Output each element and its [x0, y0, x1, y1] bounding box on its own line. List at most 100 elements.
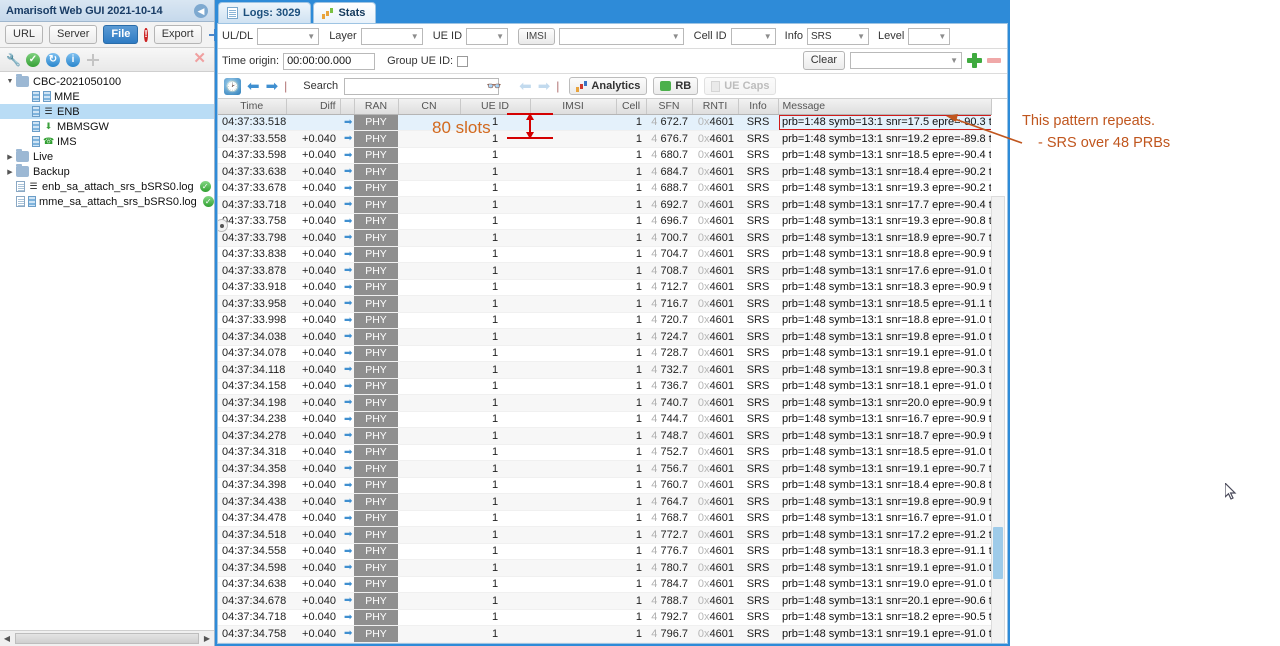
table-row[interactable]: 04:37:34.278 +0.040 ➡ PHY 1 1 4 748.7 0x4601 SRS… [218, 427, 991, 445]
table-row[interactable]: 04:37:34.318 +0.040 ➡ PHY 1 1 4 752.7 0x4601 SRS… [218, 444, 991, 461]
imsi-button[interactable]: IMSI [518, 27, 555, 45]
clock-icon[interactable]: 🕑 [224, 77, 241, 95]
remove-preset-icon[interactable] [987, 58, 1001, 63]
table-row[interactable]: 04:37:34.518 +0.040 ➡ PHY 1 1 4 772.7 0x4601 SRS… [218, 526, 991, 544]
refresh-icon[interactable]: ↻ [46, 52, 60, 67]
tree-item-enb-log[interactable]: ☰ enb_sa_attach_srs_bSRS0.log ✓ [0, 179, 214, 194]
chevron-left-icon[interactable]: ◀ [194, 4, 208, 18]
table-row[interactable]: 04:37:33.598 +0.040 ➡ PHY 1 1 4 680.7 0x4601 SRS… [218, 147, 991, 164]
plus-icon[interactable] [208, 28, 227, 42]
table-row[interactable]: 04:37:34.198 +0.040 ➡ PHY 1 1 4 740.7 0x4601 SRS… [218, 394, 991, 412]
tree-item-cbc[interactable]: ▼ CBC-2021050100 [0, 74, 214, 89]
table-row[interactable]: 04:37:33.558 +0.040 ➡ PHY 1 1 4 676.7 0x4601 SRS… [218, 130, 991, 148]
time-origin-input[interactable]: 00:00:00.000 [283, 52, 376, 70]
layer-select[interactable]: ▼ [360, 27, 423, 45]
tree-item-mme[interactable]: MME [0, 89, 214, 104]
chevron-right-icon[interactable]: ▶ [4, 153, 16, 161]
prev-match-icon[interactable]: ⬅ [519, 79, 532, 94]
col-cell[interactable]: Cell [616, 99, 647, 115]
close-icon[interactable]: ✕ [193, 51, 206, 66]
info-select[interactable]: SRS ▼ [807, 27, 869, 45]
table-row[interactable]: 04:37:34.478 +0.040 ➡ PHY 1 1 4 768.7 0x4601 SRS… [218, 510, 991, 527]
table-row[interactable]: 04:37:34.078 +0.040 ➡ PHY 1 1 4 728.7 0x4601 SRS… [218, 345, 991, 362]
file-button[interactable]: File [103, 25, 139, 44]
export-button[interactable]: Export [153, 25, 202, 44]
binoculars-icon[interactable]: 👓 [485, 78, 503, 94]
check-icon[interactable]: ✓ [26, 52, 40, 67]
table-row[interactable]: 04:37:34.598 +0.040 ➡ PHY 1 1 4 780.7 0x4601 SRS… [218, 559, 991, 577]
exclamation-icon[interactable]: ! [144, 27, 148, 42]
col-time[interactable]: Time [218, 99, 287, 115]
tree-item-enb[interactable]: ☰ ENB [0, 104, 214, 119]
cellid-select[interactable]: ▼ [730, 27, 776, 45]
table-row[interactable]: 04:37:34.118 +0.040 ➡ PHY 1 1 4 732.7 0x4601 SRS… [218, 361, 991, 379]
col-cn[interactable]: CN [398, 99, 461, 115]
scroll-right-arrow-icon[interactable]: ▶ [200, 631, 214, 646]
tree-item-ims[interactable]: ☎ IMS [0, 134, 214, 149]
col-info[interactable]: Info [738, 99, 779, 115]
tree-item-mme-log[interactable]: mme_sa_attach_srs_bSRS0.log ✓ [0, 194, 214, 209]
table-row[interactable]: 04:37:33.758 +0.040 ➡ PHY 1 1 4 696.7 0x4601 SRS… [218, 213, 991, 230]
arrow-left-icon[interactable]: ⬅ [247, 79, 260, 94]
col-rnti[interactable]: RNTI [692, 99, 739, 115]
imsi-select[interactable]: ▼ [558, 27, 684, 45]
cell-ran: PHY [354, 246, 398, 263]
table-row[interactable]: 04:37:34.238 +0.040 ➡ PHY 1 1 4 744.7 0x4601 SRS… [218, 411, 991, 428]
table-row[interactable]: 04:37:34.718 +0.040 ➡ PHY 1 1 4 792.7 0x4601 SRS… [218, 609, 991, 626]
table-row[interactable]: 04:37:34.678 +0.040 ➡ PHY 1 1 4 788.7 0x4601 SRS… [218, 592, 991, 610]
table-row[interactable]: 04:37:34.558 +0.040 ➡ PHY 1 1 4 776.7 0x4601 SRS… [218, 543, 991, 560]
table-vertical-scrollbar[interactable] [991, 196, 1005, 643]
chevron-down-icon[interactable]: ▼ [4, 78, 16, 85]
clear-button[interactable]: Clear [802, 51, 845, 70]
rb-button[interactable]: RB [653, 77, 699, 95]
arrow-right-icon[interactable]: ➡ [266, 79, 279, 94]
cell-ran: PHY [354, 477, 398, 494]
tree-item-backup[interactable]: ▶ Backup [0, 164, 214, 179]
left-panel-horizontal-scrollbar[interactable]: ◀ ▶ [0, 630, 214, 646]
table-row[interactable]: 04:37:33.718 +0.040 ➡ PHY 1 1 4 692.7 0x4601 SRS… [218, 196, 991, 214]
url-button[interactable]: URL [5, 25, 44, 44]
col-ran[interactable]: RAN [354, 99, 399, 115]
table-row[interactable]: 04:37:33.518 ➡ PHY 1 1 4 672.7 0x4601 SRS prb=1:… [218, 114, 991, 131]
log-table-container[interactable]: Time Diff RAN CN UE ID IMSI Cell SFN RNT… [218, 99, 1007, 643]
table-row[interactable]: 04:37:33.878 +0.040 ➡ PHY 1 1 4 708.7 0x4601 SRS… [218, 262, 991, 280]
table-row[interactable]: 04:37:33.918 +0.040 ➡ PHY 1 1 4 712.7 0x4601 SRS… [218, 279, 991, 296]
cell-message: prb=1:48 symb=13:1 snr=16.7 epre=-90.9 t… [778, 411, 991, 428]
chevron-right-icon[interactable]: ▶ [4, 168, 16, 176]
info-icon[interactable]: i [66, 52, 80, 67]
table-row[interactable]: 04:37:34.758 +0.040 ➡ PHY 1 1 4 796.7 0x4601 SRS… [218, 625, 991, 643]
tab-stats[interactable]: Stats [313, 2, 377, 23]
ueid-select[interactable]: ▼ [466, 27, 509, 45]
scrollbar-thumb[interactable] [15, 633, 199, 644]
table-row[interactable]: 04:37:33.798 +0.040 ➡ PHY 1 1 4 700.7 0x4601 SRS… [218, 229, 991, 247]
add-preset-icon[interactable] [967, 53, 982, 68]
table-row[interactable]: 04:37:33.638 +0.040 ➡ PHY 1 1 4 684.7 0x4601 SRS… [218, 163, 991, 181]
scrollbar-thumb[interactable] [993, 527, 1003, 579]
tree-item-mbmsgw[interactable]: ⬇ MBMSGW [0, 119, 214, 134]
group-ueid-checkbox[interactable] [457, 55, 469, 67]
table-row[interactable]: 04:37:33.958 +0.040 ➡ PHY 1 1 4 716.7 0x4601 SRS… [218, 295, 991, 313]
col-sfn[interactable]: SFN [646, 99, 693, 115]
analytics-button[interactable]: Analytics [569, 77, 648, 95]
table-row[interactable]: 04:37:33.678 +0.040 ➡ PHY 1 1 4 688.7 0x4601 SRS… [218, 180, 991, 197]
table-row[interactable]: 04:37:34.398 +0.040 ➡ PHY 1 1 4 760.7 0x4601 SRS… [218, 477, 991, 494]
preset-select[interactable]: ▼ [850, 52, 962, 69]
table-row[interactable]: 04:37:34.158 +0.040 ➡ PHY 1 1 4 736.7 0x4601 SRS… [218, 378, 991, 395]
cell-cn [398, 262, 460, 280]
next-match-icon[interactable]: ➡ [538, 79, 551, 94]
table-row[interactable]: 04:37:34.358 +0.040 ➡ PHY 1 1 4 756.7 0x4601 SRS… [218, 460, 991, 478]
level-select[interactable]: ▼ [908, 27, 951, 45]
tree-item-live[interactable]: ▶ Live [0, 149, 214, 164]
search-input[interactable] [344, 77, 500, 95]
table-row[interactable]: 04:37:34.638 +0.040 ➡ PHY 1 1 4 784.7 0x4601 SRS… [218, 576, 991, 593]
table-row[interactable]: 04:37:33.838 +0.040 ➡ PHY 1 1 4 704.7 0x4601 SRS… [218, 246, 991, 263]
table-row[interactable]: 04:37:33.998 +0.040 ➡ PHY 1 1 4 720.7 0x4601 SRS… [218, 312, 991, 329]
table-row[interactable]: 04:37:34.038 +0.040 ➡ PHY 1 1 4 724.7 0x4601 SRS… [218, 328, 991, 346]
server-button[interactable]: Server [49, 25, 98, 44]
tab-logs[interactable]: Logs: 3029 [218, 2, 312, 23]
scroll-left-arrow-icon[interactable]: ◀ [0, 631, 14, 646]
uldl-select[interactable]: ▼ [257, 27, 320, 45]
wrench-icon[interactable]: 🔧 [6, 53, 21, 67]
col-diff[interactable]: Diff [286, 99, 341, 115]
table-row[interactable]: 04:37:34.438 +0.040 ➡ PHY 1 1 4 764.7 0x4601 SRS… [218, 493, 991, 511]
